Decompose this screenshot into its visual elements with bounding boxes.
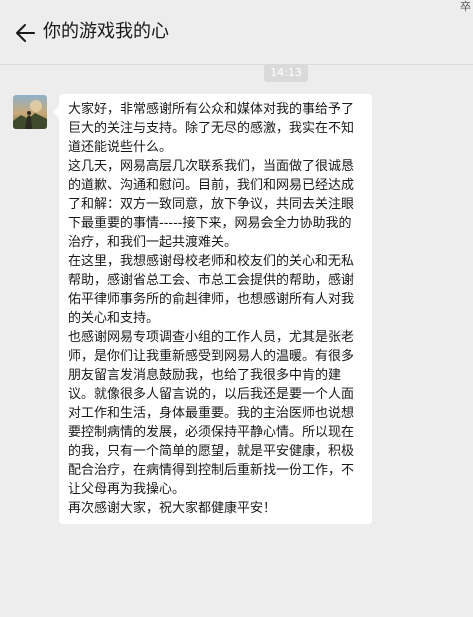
message-bubble[interactable]: 大家好，非常感谢所有公众和媒体对我的事给予了巨大的关注与支持。除了无尽的感激，我… bbox=[53, 94, 372, 524]
corner-glyph: 卒 bbox=[460, 0, 471, 13]
avatar-image bbox=[13, 95, 47, 129]
message-paragraph: 也感谢网易专项调查小组的工作人员，尤其是张老师，是你们让我重新感受到网易人的温暖… bbox=[68, 330, 355, 497]
avatar[interactable] bbox=[13, 95, 47, 129]
message-paragraph: 在这里，我想感谢母校老师和校友们的关心和无私帮助，感谢省总工会、市总工会提供的帮… bbox=[68, 254, 355, 326]
message-paragraph: 这几天，网易高层几次联系我们，当面做了很诚恳的道歉、沟通和慰问。目前，我们和网易… bbox=[68, 159, 355, 250]
message-timestamp: 14:13 bbox=[264, 64, 308, 82]
chat-title: 你的游戏我的心 bbox=[43, 21, 169, 42]
message-paragraph: 再次感谢大家，祝大家都健康平安！ bbox=[68, 501, 277, 516]
message-paragraph: 大家好，非常感谢所有公众和媒体对我的事给予了巨大的关注与支持。除了无尽的感激，我… bbox=[68, 102, 355, 155]
arrow-left-icon[interactable] bbox=[14, 22, 36, 44]
top-bar: 你的游戏我的心 卒 bbox=[0, 0, 473, 65]
